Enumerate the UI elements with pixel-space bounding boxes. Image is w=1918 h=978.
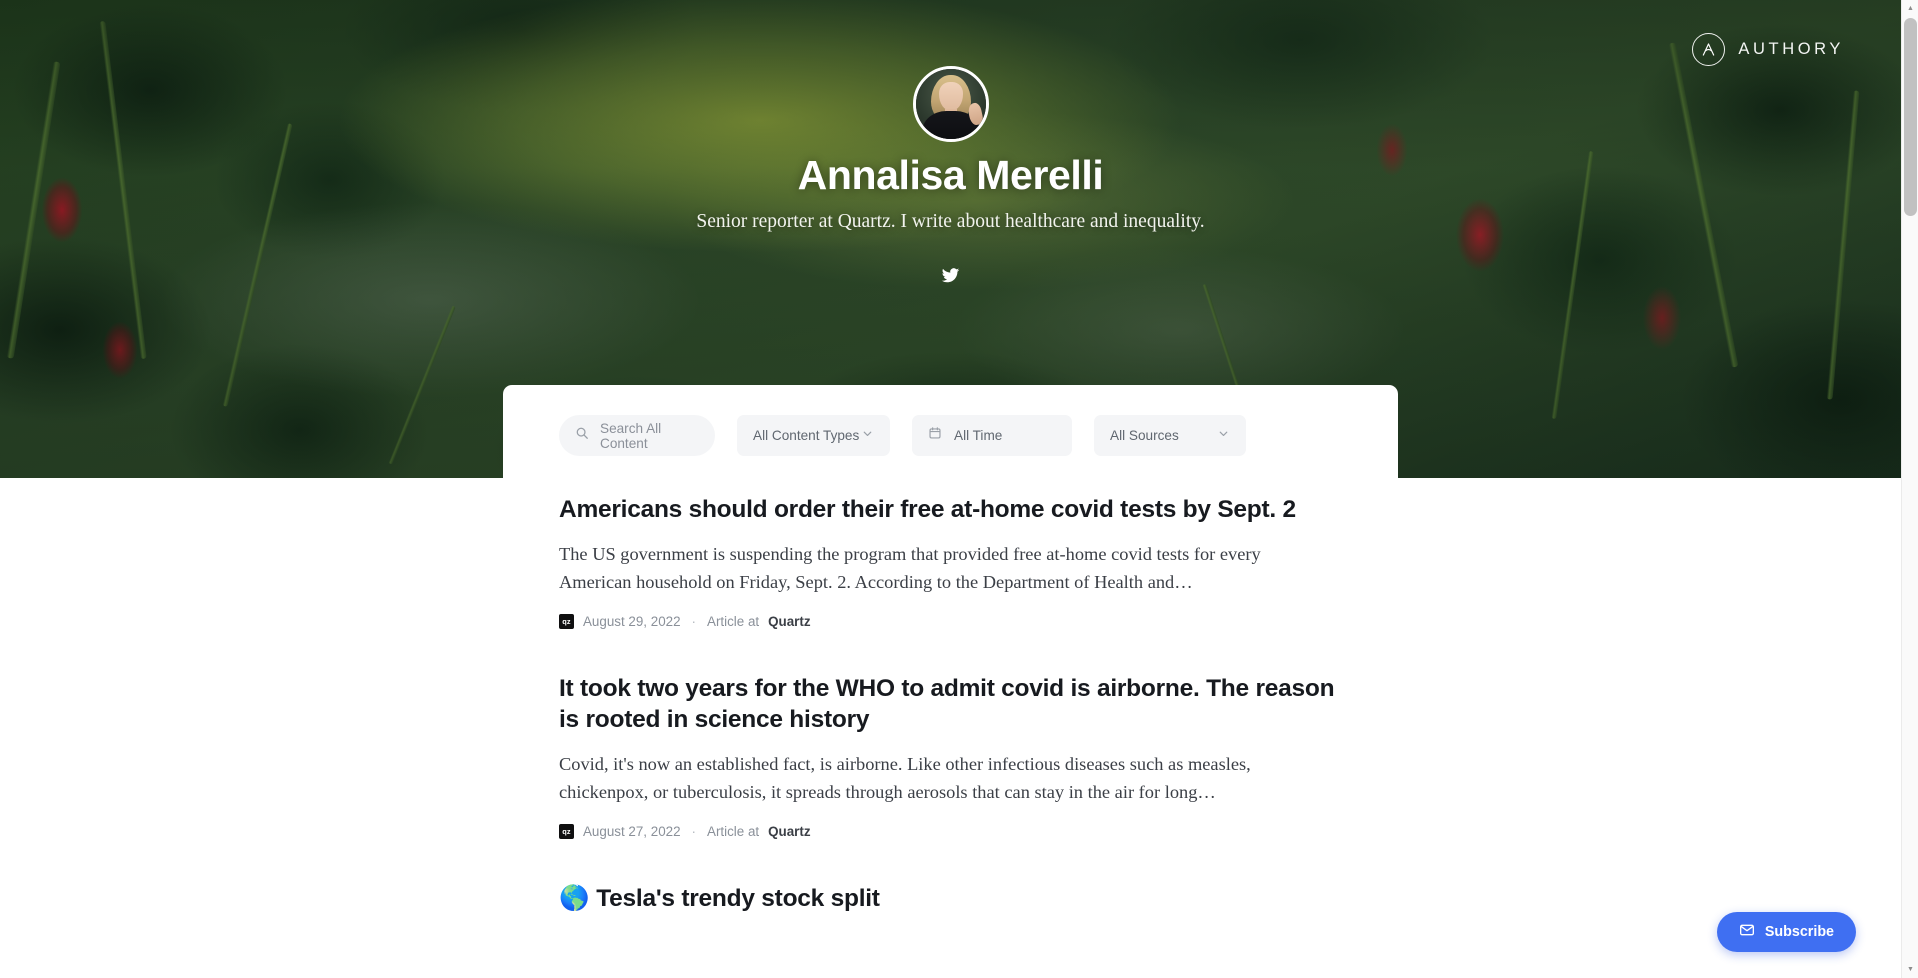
profile-page: AUTHORY Annalisa Merelli Senior reporter… (0, 0, 1918, 978)
search-icon (575, 426, 589, 445)
list-item: 🌎 Tesla's trendy stock split (559, 884, 1342, 914)
caret-up-icon[interactable]: ▲ (1902, 0, 1918, 17)
article-meta: qz August 29, 2022 · Article at Quartz (559, 614, 1342, 630)
avatar (912, 66, 989, 142)
meta-separator: · (691, 824, 697, 839)
time-filter-label: All Time (954, 428, 1003, 443)
article-source[interactable]: Quartz (768, 614, 810, 629)
article-type-label: Article at (707, 614, 760, 630)
source-filter-label: All Sources (1110, 428, 1179, 443)
twitter-icon[interactable] (938, 262, 964, 288)
subscribe-button[interactable]: Subscribe (1716, 912, 1856, 952)
meta-separator: · (691, 614, 697, 630)
envelope-icon (1739, 922, 1755, 942)
social-links (0, 262, 1901, 288)
chevron-down-icon (861, 427, 874, 445)
search-input[interactable]: Search All Content (559, 415, 715, 456)
scrollbar[interactable]: ▲ ▼ (1901, 0, 1918, 978)
scrollbar-thumb[interactable] (1904, 18, 1917, 216)
article-excerpt: Covid, it's now an established fact, is … (559, 754, 1251, 803)
authory-logo-icon (1692, 33, 1726, 66)
quartz-favicon-icon: qz (559, 824, 574, 839)
time-filter-dropdown[interactable]: All Time (912, 415, 1072, 456)
article-title[interactable]: It took two years for the WHO to admit c… (559, 674, 1342, 735)
globe-emoji-icon: 🌎 (559, 885, 590, 912)
list-item: It took two years for the WHO to admit c… (559, 674, 1342, 839)
article-meta: qz August 27, 2022 · Article at Quartz (559, 824, 1342, 839)
page-title: Annalisa Merelli (797, 152, 1104, 198)
article-list: Americans should order their free at-hom… (559, 495, 1342, 959)
filter-bar: Search All Content All Content Types All… (559, 415, 1246, 456)
article-date: August 27, 2022 (583, 824, 681, 839)
content-card: Search All Content All Content Types All… (503, 385, 1398, 978)
search-placeholder: Search All Content (600, 420, 662, 451)
content-type-label: All Content Types (753, 428, 860, 443)
chevron-down-icon (1217, 427, 1230, 445)
article-title[interactable]: Americans should order their free at-hom… (559, 495, 1342, 525)
article-excerpt: The US government is suspending the prog… (559, 544, 1261, 593)
quartz-favicon-icon: qz (559, 614, 574, 630)
article-title[interactable]: 🌎 Tesla's trendy stock split (559, 884, 1342, 914)
list-item: Americans should order their free at-hom… (559, 495, 1342, 630)
calendar-icon (928, 426, 942, 445)
article-source[interactable]: Quartz (768, 824, 810, 839)
authory-wordmark: AUTHORY (1738, 40, 1844, 58)
content-type-dropdown[interactable]: All Content Types (737, 415, 890, 456)
subscribe-label: Subscribe (1764, 924, 1834, 940)
authory-brand[interactable]: AUTHORY (1692, 33, 1844, 66)
article-title-text: Tesla's trendy stock split (596, 885, 880, 912)
caret-down-icon[interactable]: ▼ (1902, 961, 1918, 978)
article-date: August 29, 2022 (583, 614, 681, 630)
source-filter-dropdown[interactable]: All Sources (1094, 415, 1246, 456)
avatar-portrait (915, 69, 986, 139)
profile-tagline: Senior reporter at Quartz. I write about… (696, 211, 1205, 232)
article-type-label: Article at (707, 824, 760, 839)
